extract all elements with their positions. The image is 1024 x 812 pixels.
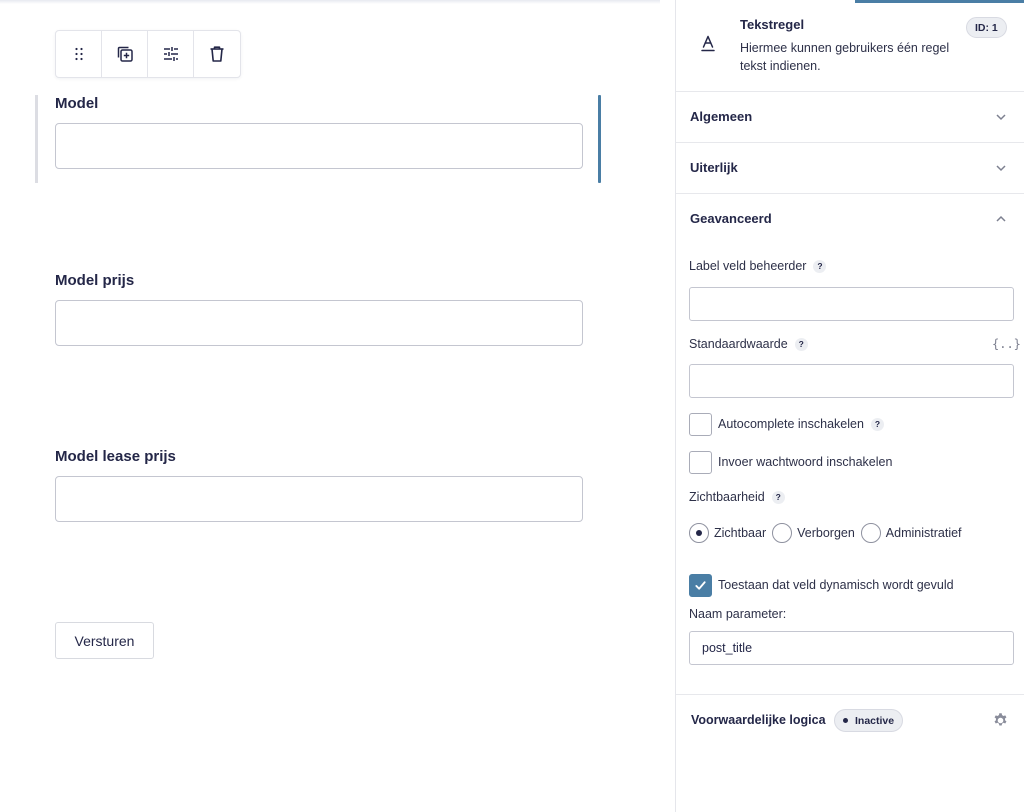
- field-label-model-lease-prijs: Model lease prijs: [55, 448, 176, 465]
- field-input-model-lease-prijs[interactable]: [55, 476, 583, 522]
- panel-appearance-title: Uiterlijk: [690, 160, 738, 175]
- merge-tag-button[interactable]: {..}: [992, 337, 1021, 351]
- drag-handle-button[interactable]: [56, 31, 102, 77]
- default-value-title: Standaardwaarde ?: [689, 337, 808, 351]
- param-name-input[interactable]: post_title: [689, 631, 1014, 665]
- field-settings-button[interactable]: [148, 31, 194, 77]
- field-label-model-prijs: Model prijs: [55, 272, 135, 289]
- visibility-radio-group: Zichtbaar Verborgen Administratief: [689, 522, 968, 543]
- admin-label-text: Label veld beheerder: [689, 259, 807, 273]
- autocomplete-text: Autocomplete inschakelen: [718, 417, 864, 431]
- chevron-down-icon: [996, 165, 1006, 172]
- chevron-down-icon: [996, 114, 1006, 121]
- admin-label-input[interactable]: [689, 287, 1014, 321]
- selection-indicator-right: [598, 95, 601, 183]
- field-label-model: Model: [55, 95, 99, 112]
- conditional-logic-row[interactable]: Voorwaardelijke logica Inactive: [676, 694, 1024, 746]
- text-a-icon: [701, 35, 715, 52]
- visibility-option-label: Zichtbaar: [714, 525, 767, 540]
- autocomplete-checkbox[interactable]: [689, 413, 712, 436]
- selection-indicator-left: [35, 95, 38, 183]
- panel-general[interactable]: Algemeen: [676, 92, 1024, 143]
- status-dot-icon: [843, 718, 848, 723]
- gear-icon[interactable]: [992, 712, 1009, 729]
- block-id-badge: ID: 1: [966, 17, 1007, 38]
- visibility-option-hidden[interactable]: Verborgen: [772, 522, 855, 543]
- visibility-title: Zichtbaarheid ?: [689, 490, 785, 504]
- radio-selected[interactable]: [689, 522, 709, 543]
- conditional-logic-title: Voorwaardelijke logica: [691, 713, 826, 727]
- block-toolbar: [55, 30, 241, 78]
- help-icon[interactable]: ?: [870, 417, 884, 431]
- chevron-up-icon: [996, 215, 1006, 222]
- canvas-top-shadow: [0, 0, 660, 4]
- default-value-text: Standaardwaarde: [689, 337, 788, 351]
- dynamic-fill-checkbox[interactable]: [689, 574, 712, 597]
- settings-sidebar: Tekstregel Hiermee kunnen gebruikers één…: [675, 0, 1024, 812]
- radio-unselected[interactable]: [860, 522, 881, 543]
- visibility-text: Zichtbaarheid: [689, 490, 765, 504]
- duplicate-button[interactable]: [102, 31, 148, 77]
- dynamic-fill-label: Toestaan dat veld dynamisch wordt gevuld: [718, 578, 954, 592]
- panel-advanced[interactable]: Geavanceerd: [676, 194, 1024, 245]
- visibility-option-label: Verborgen: [797, 525, 855, 540]
- panel-advanced-title: Geavanceerd: [690, 211, 772, 226]
- form-canvas: Model Model prijs Model lease prijs Vers…: [0, 0, 660, 812]
- logic-status-text: Inactive: [855, 714, 895, 727]
- block-description: Hiermee kunnen gebruikers één regel teks…: [740, 41, 950, 73]
- help-icon[interactable]: ?: [813, 259, 827, 273]
- admin-label-title: Label veld beheerder ?: [689, 259, 827, 273]
- default-value-input[interactable]: [689, 364, 1014, 398]
- submit-button[interactable]: Versturen: [55, 622, 154, 659]
- delete-button[interactable]: [194, 31, 240, 77]
- help-icon[interactable]: ?: [771, 490, 785, 504]
- panel-appearance[interactable]: Uiterlijk: [676, 143, 1024, 194]
- radio-unselected[interactable]: [772, 522, 793, 543]
- sliders-icon: [163, 47, 178, 61]
- duplicate-icon: [117, 46, 133, 62]
- drag-handle-icon: [74, 47, 83, 61]
- password-checkbox[interactable]: [689, 451, 712, 474]
- visibility-option-label: Administratief: [885, 525, 962, 540]
- block-card: Tekstregel Hiermee kunnen gebruikers één…: [676, 0, 1024, 92]
- checkmark-icon: [695, 581, 706, 590]
- password-label: Invoer wachtwoord inschakelen: [718, 455, 893, 469]
- autocomplete-label: Autocomplete inschakelen ?: [718, 417, 884, 431]
- help-icon[interactable]: ?: [794, 337, 808, 351]
- trash-icon: [210, 46, 224, 62]
- visibility-option-admin[interactable]: Administratief: [860, 522, 962, 543]
- field-input-model[interactable]: [55, 123, 583, 169]
- logic-status-badge: Inactive: [834, 709, 904, 732]
- panel-general-title: Algemeen: [690, 109, 753, 124]
- field-input-model-prijs[interactable]: [55, 300, 583, 346]
- visibility-option-visible[interactable]: Zichtbaar: [689, 522, 767, 543]
- param-name-title: Naam parameter:: [689, 607, 787, 621]
- block-title: Tekstregel: [740, 17, 805, 32]
